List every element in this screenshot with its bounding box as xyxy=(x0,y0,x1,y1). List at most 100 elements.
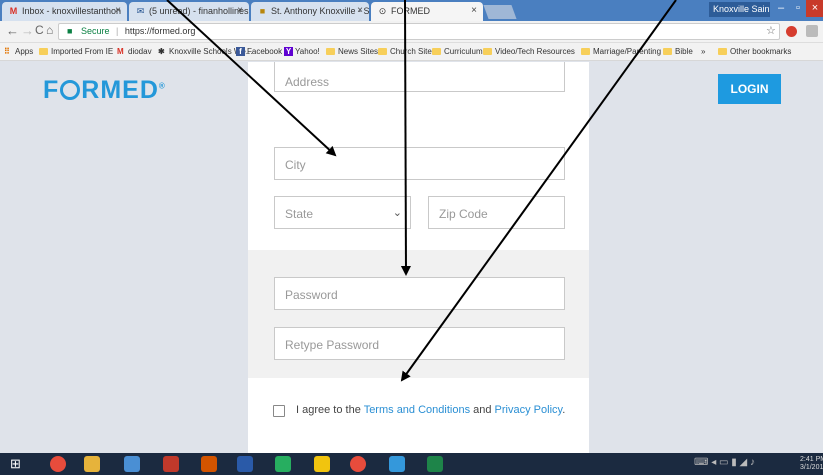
church-icon: ■ xyxy=(259,6,266,16)
state-select[interactable]: State ⌄ xyxy=(274,196,411,229)
agree-text: I agree to the Terms and Conditions and … xyxy=(296,402,576,418)
bookmark-star-icon[interactable]: ☆ xyxy=(766,24,776,37)
bookmark-yahoo[interactable]: Y Yahoo! xyxy=(284,47,320,56)
bookmark-diodav[interactable]: Mdiodav xyxy=(117,47,152,56)
folder-icon xyxy=(326,48,335,55)
lock-icon: ■ xyxy=(67,26,73,36)
bookmark-news-sites[interactable]: News Sites xyxy=(326,47,378,56)
home-icon[interactable]: ⌂ xyxy=(46,23,53,37)
windows-taskbar: ⊞ ⌨ ◂ ▭ ▮ ◢ ♪ 2:41 PM3/1/2018 xyxy=(0,453,823,475)
file-explorer-icon[interactable] xyxy=(84,456,100,472)
agree-suffix: . xyxy=(562,404,566,416)
tab-formed[interactable]: ⊙ FORMED × xyxy=(371,2,483,21)
tab-unread-mail[interactable]: ✉ (5 unread) - finanhollines × xyxy=(129,2,249,21)
profile-badge[interactable]: Knoxville Sain... xyxy=(709,2,770,17)
bookmarks-bar: ⠿ Apps Imported From IE Mdiodav ✱ Knoxvill… xyxy=(0,43,823,61)
adblock-extension-icon[interactable] xyxy=(786,26,797,37)
extension-icon[interactable] xyxy=(806,25,818,37)
bookmark-video-tech[interactable]: Video/Tech Resources xyxy=(483,47,575,56)
publisher-icon[interactable] xyxy=(237,456,253,472)
new-tab-button[interactable] xyxy=(483,5,517,19)
bookmark-facebook[interactable]: f Facebook xyxy=(236,47,282,56)
gmail-icon: M xyxy=(9,6,18,16)
bookmark-marriage-parenting[interactable]: Marriage/Parenting xyxy=(581,47,661,56)
address-bar[interactable]: ■ Secure | https://formed.org xyxy=(58,23,780,40)
mail-icon: ✉ xyxy=(136,6,145,16)
registration-form: Address City State ⌄ Zip Code Password R… xyxy=(248,62,589,453)
retype-password-field[interactable]: Retype Password xyxy=(274,327,565,360)
bookmarks-overflow[interactable]: » xyxy=(701,47,705,56)
facebook-icon: f xyxy=(236,47,245,56)
chrome-window-icon[interactable] xyxy=(350,456,366,472)
close-icon[interactable]: × xyxy=(357,5,363,16)
formed-logo[interactable]: F RMED® xyxy=(43,76,166,105)
minimize-icon[interactable]: – xyxy=(772,0,790,17)
tab-label: St. Anthony Knoxville - S xyxy=(271,6,369,16)
tab-st-anthony[interactable]: ■ St. Anthony Knoxville - S × xyxy=(251,2,369,21)
window-close-icon[interactable]: × xyxy=(806,0,823,17)
bookmark-label: Church Sites xyxy=(390,47,436,56)
formed-icon: ⊙ xyxy=(378,6,387,16)
privacy-link[interactable]: Privacy Policy xyxy=(495,404,563,416)
bookmark-bible[interactable]: Bible xyxy=(663,47,693,56)
url-separator: | xyxy=(116,26,119,36)
bookmark-label: Curriculum xyxy=(444,47,483,56)
tab-gmail-inbox[interactable]: M Inbox - knoxvillestanthon × xyxy=(2,2,127,21)
folder-icon xyxy=(378,48,387,55)
taskbar-clock[interactable]: 2:41 PM3/1/2018 xyxy=(800,456,823,472)
address-field[interactable]: Address xyxy=(274,62,565,92)
excel-window-icon[interactable] xyxy=(427,456,443,472)
outlook-icon[interactable] xyxy=(389,456,405,472)
close-icon[interactable]: × xyxy=(471,5,477,16)
folder-icon xyxy=(39,48,48,55)
city-field[interactable]: City xyxy=(274,147,565,180)
media-player-icon[interactable] xyxy=(124,456,140,472)
maximize-icon[interactable]: ▫ xyxy=(789,0,807,17)
login-button[interactable]: LOGIN xyxy=(718,74,781,104)
app-icon[interactable] xyxy=(163,456,179,472)
folder-icon xyxy=(581,48,590,55)
chrome-icon[interactable] xyxy=(50,456,66,472)
tab-label: FORMED xyxy=(391,6,430,16)
browser-toolbar: ← → C ⌂ ■ Secure | https://formed.org ☆ xyxy=(0,21,823,43)
bookmark-label: Yahoo! xyxy=(295,47,320,56)
system-tray[interactable]: ⌨ ◂ ▭ ▮ ◢ ♪ xyxy=(694,457,755,468)
clock-time: 2:41 PM xyxy=(800,456,823,463)
bookmark-curriculum[interactable]: Curriculum xyxy=(432,47,483,56)
back-arrow-icon[interactable]: ← xyxy=(6,23,19,38)
reload-icon[interactable]: C xyxy=(35,23,44,37)
zip-code-field[interactable]: Zip Code xyxy=(428,196,565,229)
bookmark-label: diodav xyxy=(128,47,152,56)
bookmark-church-sites[interactable]: Church Sites xyxy=(378,47,436,56)
close-icon[interactable]: × xyxy=(115,5,121,16)
gmail-icon: M xyxy=(117,47,124,56)
browser-tab-strip: M Inbox - knoxvillestanthon × ✉ (5 unrea… xyxy=(0,0,823,21)
folder-app-icon[interactable] xyxy=(314,456,330,472)
bookmark-imported-from-ie[interactable]: Imported From IE xyxy=(39,47,113,56)
bookmark-label: Facebook xyxy=(247,47,283,56)
registered-mark: ® xyxy=(158,81,166,91)
tab-label: (5 unread) - finanhollines xyxy=(149,6,249,16)
folder-icon xyxy=(483,48,492,55)
excel-icon[interactable] xyxy=(275,456,291,472)
agree-prefix: I agree to the xyxy=(296,404,364,416)
bookmark-other[interactable]: Other bookmarks xyxy=(718,47,791,56)
bookmark-apps[interactable]: ⠿ Apps xyxy=(4,47,33,56)
forward-arrow-icon[interactable]: → xyxy=(21,23,34,38)
secure-label: Secure xyxy=(81,26,110,36)
site-icon: ✱ xyxy=(158,47,165,56)
password-field[interactable]: Password xyxy=(274,277,565,310)
yahoo-icon: Y xyxy=(284,47,293,56)
windows-start-icon[interactable]: ⊞ xyxy=(10,456,26,472)
terms-link[interactable]: Terms and Conditions xyxy=(364,404,470,416)
powerpoint-icon[interactable] xyxy=(201,456,217,472)
bookmark-label: Other bookmarks xyxy=(730,47,792,56)
folder-icon xyxy=(663,48,672,55)
folder-icon xyxy=(718,48,727,55)
agree-checkbox[interactable] xyxy=(273,405,285,417)
url-text: https://formed.org xyxy=(124,26,196,36)
chevron-down-icon: ⌄ xyxy=(392,207,402,219)
close-icon[interactable]: × xyxy=(237,5,243,16)
apps-grid-icon: ⠿ xyxy=(4,47,10,56)
bookmark-label: Apps xyxy=(15,47,34,56)
